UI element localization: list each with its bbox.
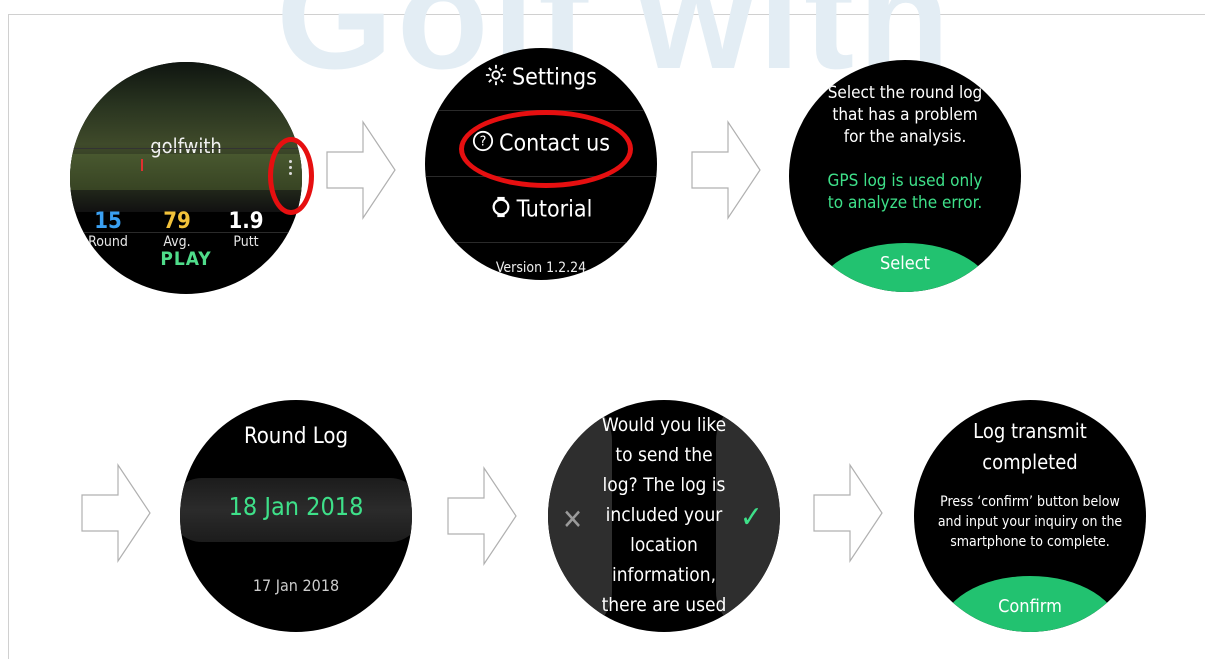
gps-note-line: to analyze the error.: [827, 193, 983, 213]
instruction-line: for the analysis.: [843, 127, 967, 147]
divider: [70, 148, 302, 149]
gear-icon: [485, 64, 507, 92]
complete-body-line: smartphone to complete.: [950, 534, 1110, 550]
stat-avg: 79 Avg.: [150, 209, 204, 251]
app-title: golfwith: [150, 134, 222, 158]
round-log-title: Round Log: [243, 424, 349, 449]
divider: [425, 242, 657, 243]
instruction-line: that has a problem: [832, 105, 978, 125]
stat-value: 15: [94, 209, 122, 234]
complete-body-line: and input your inquiry on the: [937, 514, 1123, 530]
complete-body-line: Press ‘confirm’ button below: [940, 494, 1120, 510]
watch-send-log-screen: ✕ ✓ Would you like to send the log? The …: [548, 400, 780, 632]
confirm-button-label: Confirm: [998, 596, 1062, 617]
flow-arrow: [813, 463, 883, 563]
stat-round: 15 Round: [88, 209, 128, 251]
highlight-contact-oval: [459, 110, 633, 188]
flow-arrow: [691, 120, 761, 220]
menu-item-tutorial[interactable]: Tutorial: [425, 196, 657, 224]
menu-item-label: Settings: [512, 64, 597, 91]
watch-icon: [490, 196, 512, 224]
flag-icon: [141, 159, 143, 171]
instruction-line: Select the round log: [827, 83, 983, 103]
confirm-button[interactable]: Confirm: [940, 576, 1120, 632]
gps-note-line: GPS log is used only: [827, 171, 983, 191]
round-log-item[interactable]: 17 Jan 2018: [180, 576, 412, 595]
round-log-item-selected[interactable]: 18 Jan 2018: [180, 492, 412, 521]
flow-arrow: [447, 466, 517, 566]
highlight-more-oval: [268, 137, 314, 215]
flow-arrow: [81, 463, 151, 563]
stat-value: 1.9: [228, 209, 264, 234]
complete-title-line: Log transmit: [973, 419, 1087, 443]
prompt-line: information,: [611, 564, 717, 586]
prompt-line: there are used: [601, 594, 727, 616]
prompt-line: Would you like: [601, 414, 727, 436]
select-button-label: Select: [880, 253, 930, 274]
menu-item-label: Tutorial: [516, 196, 593, 223]
flow-arrow: [326, 120, 396, 220]
watch-complete-screen: Log transmit completed Press ‘confirm’ b…: [914, 400, 1146, 632]
select-button[interactable]: Select: [815, 243, 995, 292]
divider: [70, 232, 302, 233]
prompt-line: included your: [605, 504, 723, 526]
menu-item-settings[interactable]: Settings: [425, 64, 657, 92]
prompt-line: log? The log is: [602, 474, 726, 496]
watch-round-log-screen: Round Log 18 Jan 2018 17 Jan 2018: [180, 400, 412, 632]
stat-value: 79: [163, 209, 191, 234]
complete-title-line: completed: [982, 450, 1078, 474]
stat-putt: 1.9 Putt: [222, 209, 270, 251]
prompt-line: to send the: [615, 444, 713, 466]
version-label: Version 1.2.24: [495, 260, 587, 276]
play-button[interactable]: PLAY: [70, 248, 302, 270]
watch-select-screen: Select the round log that has a problem …: [789, 60, 1021, 292]
prompt-line: location: [630, 534, 698, 556]
